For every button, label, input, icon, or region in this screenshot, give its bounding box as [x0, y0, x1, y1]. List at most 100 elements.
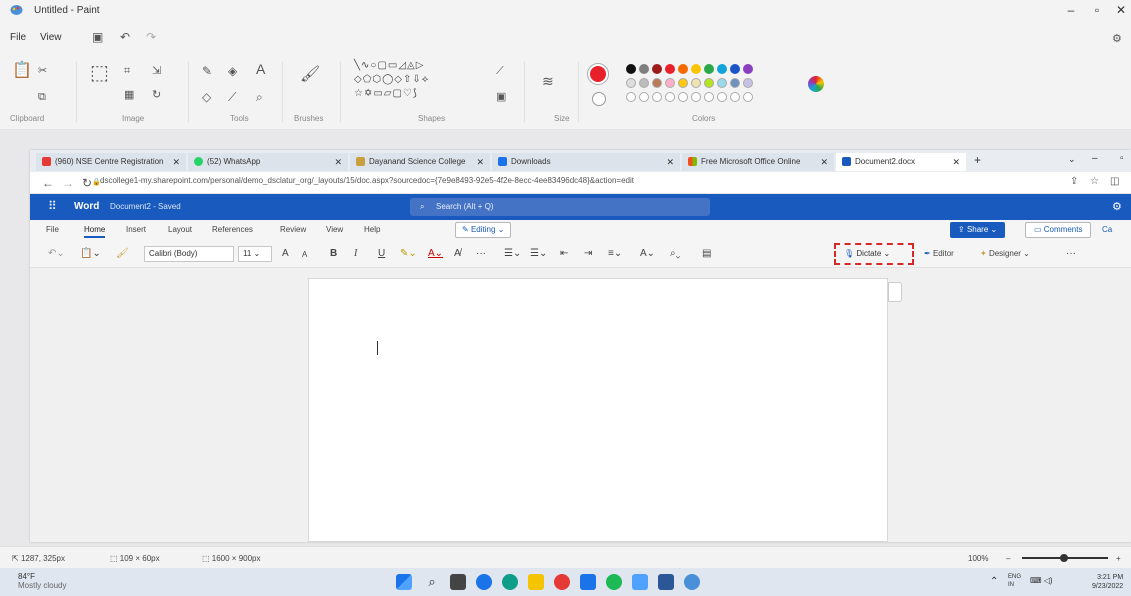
close-tab-icon[interactable]: ✕ [952, 153, 960, 171]
resize-icon[interactable]: ⇲ [152, 64, 161, 78]
designer-button[interactable]: ✦ Designer ⌄ [980, 249, 1030, 258]
url-field[interactable]: dscollege1-my.sharepoint.com/personal/de… [100, 176, 634, 185]
color-swatch[interactable] [730, 64, 740, 74]
secondary-color-swatch[interactable] [592, 92, 606, 106]
browser-tab[interactable]: (960) NSE Centre Registration ✕ [36, 153, 186, 171]
browser-tab[interactable]: (52) WhatsApp ✕ [188, 153, 348, 171]
task-view-icon[interactable] [450, 574, 466, 590]
zoom-in-button[interactable]: + [1116, 554, 1121, 563]
photos-icon[interactable] [658, 574, 674, 590]
numbering-icon[interactable]: ☰⌄ [530, 248, 547, 259]
minimize-button[interactable]: – [1092, 153, 1098, 164]
start-icon[interactable] [396, 574, 412, 590]
back-icon[interactable]: ← [42, 176, 54, 190]
tab-view[interactable]: View [326, 225, 343, 234]
reload-icon[interactable]: ↻ [82, 176, 92, 190]
font-name-select[interactable]: Calibri (Body) [144, 246, 234, 262]
close-tab-icon[interactable]: ✕ [334, 153, 342, 171]
shrink-font-button[interactable]: A [302, 250, 307, 259]
spotify-icon[interactable] [606, 574, 622, 590]
browser-tab[interactable]: Dayanand Science College ✕ [350, 153, 490, 171]
editing-mode-button[interactable]: ✎ Editing ⌄ [455, 222, 512, 238]
browser-tab[interactable]: Downloads ✕ [492, 153, 680, 171]
share-page-icon[interactable]: ⇪ [1070, 176, 1078, 187]
clock[interactable]: 3:21 PM 9/23/2022 [1092, 573, 1123, 591]
tab-references[interactable]: References [212, 225, 253, 234]
sensitivity-icon[interactable]: ▤ [702, 248, 711, 259]
chrome-icon[interactable] [554, 574, 570, 590]
crop-icon[interactable]: ⌗ [124, 64, 130, 78]
settings-icon[interactable]: ⚙ [1112, 32, 1122, 46]
find-icon[interactable]: ⌕⌄ [670, 248, 680, 259]
clear-format-icon[interactable]: A̸ [454, 248, 461, 259]
save-icon[interactable]: ▣ [92, 30, 103, 44]
color-palette-row-1[interactable] [626, 64, 756, 77]
close-tab-icon[interactable]: ✕ [666, 153, 674, 171]
maximize-button[interactable]: ▫ [1084, 2, 1110, 18]
rotate-icon[interactable]: ↻ [152, 88, 161, 102]
text-tool-icon[interactable]: A [256, 62, 265, 76]
search-icon[interactable]: ⌕ [424, 574, 440, 590]
search-box[interactable]: ⌕ Search (Alt + Q) [410, 198, 710, 216]
restore-button[interactable]: ▫ [1120, 153, 1124, 164]
catchup-button[interactable]: Ca [1102, 225, 1112, 234]
italic-button[interactable]: I [354, 248, 357, 259]
format-painter-icon[interactable]: 🖌 [116, 248, 129, 259]
align-icon[interactable]: ≡⌄ [608, 248, 622, 259]
bookmark-star-icon[interactable]: ☆ [1090, 176, 1099, 187]
chat-icon[interactable] [476, 574, 492, 590]
zoom-out-button[interactable]: – [1006, 554, 1010, 563]
comments-button[interactable]: ▭ Comments [1025, 222, 1092, 238]
shapes-gallery-row-3[interactable]: ☆✡▭▱▢♡⟆ [354, 88, 418, 99]
document-page[interactable] [308, 278, 888, 542]
highlight-icon[interactable]: ✎⌄ [400, 248, 417, 259]
browser-tab-active[interactable]: Document2.docx ✕ [836, 153, 966, 171]
select-icon[interactable]: ⬚ [90, 63, 109, 83]
store-icon[interactable] [580, 574, 596, 590]
increase-indent-icon[interactable]: ⇥ [584, 248, 592, 259]
close-button[interactable]: ✕ [1108, 2, 1131, 18]
language-indicator[interactable]: ENG IN [1008, 573, 1021, 589]
tab-home[interactable]: Home [84, 225, 106, 238]
settings-icon[interactable]: ⚙ [1112, 200, 1122, 213]
color-swatch[interactable] [626, 64, 636, 74]
undo-icon[interactable]: ↶ [120, 30, 130, 44]
color-palette-row-2[interactable] [626, 78, 756, 91]
tab-help[interactable]: Help [364, 225, 380, 234]
image-tool-icon[interactable]: ▦ [124, 88, 134, 102]
paint-taskbar-icon[interactable] [684, 574, 700, 590]
bold-button[interactable]: B [330, 248, 337, 259]
minimize-button[interactable]: – [1058, 2, 1084, 18]
network-volume-icons[interactable]: ⌨ ◁) [1030, 576, 1053, 585]
tab-insert[interactable]: Insert [126, 225, 146, 234]
edit-colors-icon[interactable] [808, 76, 824, 92]
side-pane-tab[interactable] [888, 282, 902, 302]
fill-icon[interactable]: ◈ [228, 64, 237, 78]
tab-search-icon[interactable]: ⌄ [1068, 154, 1076, 165]
color-swatch[interactable] [743, 64, 753, 74]
pencil-icon[interactable]: ✎ [202, 64, 212, 78]
tab-review[interactable]: Review [280, 225, 306, 234]
editor-button[interactable]: ✒ Editor [924, 249, 954, 258]
zoom-slider-thumb[interactable] [1060, 554, 1068, 562]
undo-icon[interactable]: ↶⌄ [48, 248, 65, 259]
app-launcher-icon[interactable]: ⠿ [48, 199, 57, 213]
tab-layout[interactable]: Layout [168, 225, 192, 234]
color-swatch[interactable] [704, 64, 714, 74]
notepad-icon[interactable] [632, 574, 648, 590]
menu-file[interactable]: File [10, 32, 26, 43]
new-tab-button[interactable]: + [974, 153, 981, 167]
tray-chevron-icon[interactable]: ⌃ [990, 576, 998, 587]
forward-icon[interactable]: → [62, 176, 74, 190]
browser-tab[interactable]: Free Microsoft Office Online ✕ [682, 153, 834, 171]
color-swatch[interactable] [678, 64, 688, 74]
color-swatch[interactable] [717, 64, 727, 74]
copy-icon[interactable]: ⧉ [38, 90, 46, 104]
edge-icon[interactable] [502, 574, 518, 590]
shapes-gallery-row-1[interactable]: ╲∿○▢▭◿◬▷ [354, 60, 424, 71]
menu-view[interactable]: View [40, 32, 62, 43]
word-app-name[interactable]: Word [74, 201, 99, 212]
overflow-button[interactable]: ··· [1066, 248, 1076, 259]
color-swatch[interactable] [639, 64, 649, 74]
paste-icon[interactable]: 📋⌄ [80, 248, 101, 259]
